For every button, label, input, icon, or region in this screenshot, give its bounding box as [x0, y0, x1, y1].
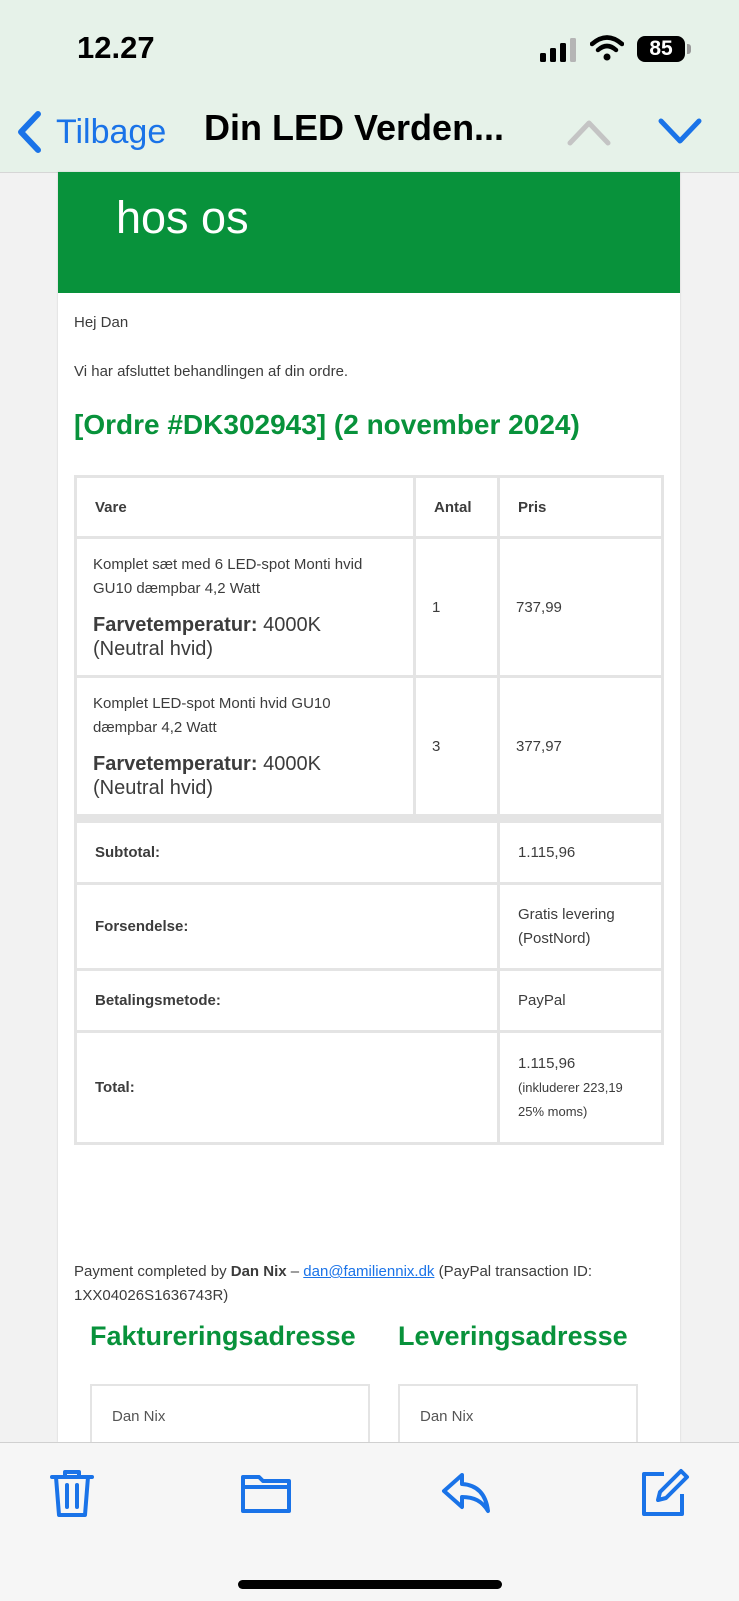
nav-bar: Tilbage Din LED Verden... — [0, 95, 739, 173]
total-value: 1.115,96 — [518, 1054, 576, 1072]
back-button[interactable]: Tilbage — [16, 109, 166, 155]
billing-address-box: Dan Nix — [90, 1384, 370, 1446]
item-cell: Komplet sæt med 6 LED-spot Monti hvid GU… — [74, 536, 416, 678]
payer-name: Dan Nix — [230, 1263, 287, 1280]
table-header-row: Vare Antal Pris — [74, 475, 664, 539]
payer-email-link[interactable]: dan@familiennix.dk — [303, 1263, 434, 1280]
item-name: Komplet LED-spot Monti hvid GU10 dæmpbar… — [93, 695, 331, 736]
banner-text: hos os — [116, 192, 249, 243]
back-label: Tilbage — [56, 112, 167, 151]
status-time: 12.27 — [77, 30, 155, 65]
total-tax: (inkluderer 223,19 25% moms) — [518, 1079, 623, 1119]
subtotal-label: Subtotal: — [74, 820, 500, 885]
wifi-icon — [590, 35, 624, 61]
table-row: Komplet sæt med 6 LED-spot Monti hvid GU… — [74, 536, 664, 678]
table-row: Komplet LED-spot Monti hvid GU10 dæmpbar… — [74, 675, 664, 817]
greeting: Hej Dan — [74, 314, 129, 331]
battery-icon: 85 — [637, 36, 693, 64]
cellular-signal-icon — [540, 38, 576, 62]
order-heading: [Ordre #DK302943] (2 november 2024) — [74, 409, 580, 440]
billing-name: Dan Nix — [112, 1408, 166, 1425]
trash-icon[interactable] — [46, 1467, 98, 1519]
shipping-label: Forsendelse: — [74, 882, 500, 971]
payment-method-value: PayPal — [497, 968, 664, 1033]
chevron-down-icon[interactable] — [657, 115, 703, 147]
shipping-address-box: Dan Nix — [398, 1384, 638, 1446]
spec-label: Farvetemperatur: — [93, 614, 258, 636]
chevron-left-icon — [18, 111, 41, 153]
item-name: Komplet sæt med 6 LED-spot Monti hvid GU… — [93, 556, 363, 597]
email-body: hos os Hej Dan Vi har afsluttet behandli… — [58, 172, 680, 1446]
home-indicator[interactable] — [238, 1580, 502, 1589]
email-banner: hos os — [58, 172, 680, 293]
spec-label: Farvetemperatur: — [93, 753, 258, 775]
item-price: 377,97 — [497, 675, 664, 817]
totals-row: Forsendelse: Gratis levering (PostNord) — [74, 882, 664, 971]
reply-icon[interactable] — [440, 1467, 492, 1519]
payment-line: Payment completed by Dan Nix – dan@famil… — [74, 1260, 664, 1308]
payment-prefix: Payment completed by — [74, 1263, 231, 1280]
shipping-name: Dan Nix — [420, 1408, 474, 1425]
folder-icon[interactable] — [240, 1467, 292, 1519]
item-spec: Farvetemperatur: 4000K (Neutral hvid) — [93, 752, 397, 800]
total-label: Total: — [74, 1030, 500, 1145]
total-value-cell: 1.115,96 (inkluderer 223,19 25% moms) — [497, 1030, 664, 1145]
item-cell: Komplet LED-spot Monti hvid GU10 dæmpbar… — [74, 675, 416, 817]
totals-row: Betalingsmetode: PayPal — [74, 968, 664, 1033]
item-price: 737,99 — [497, 536, 664, 678]
battery-level: 85 — [637, 36, 685, 62]
totals-row: Total: 1.115,96 (inkluderer 223,19 25% m… — [74, 1030, 664, 1145]
item-qty: 3 — [413, 675, 500, 817]
header-price: Pris — [497, 475, 664, 539]
status-bar: 12.27 85 — [0, 0, 739, 95]
billing-heading: Faktureringsadresse — [90, 1321, 356, 1351]
order-table: Vare Antal Pris Komplet sæt med 6 LED-sp… — [74, 475, 664, 1145]
nav-title: Din LED Verden... — [204, 107, 505, 148]
header-qty: Antal — [413, 475, 500, 539]
bottom-toolbar — [0, 1442, 739, 1601]
chevron-up-icon[interactable] — [566, 115, 612, 147]
payment-method-label: Betalingsmetode: — [74, 968, 500, 1033]
shipping-value: Gratis levering (PostNord) — [497, 882, 664, 971]
subtotal-value: 1.115,96 — [497, 820, 664, 885]
item-spec: Farvetemperatur: 4000K (Neutral hvid) — [93, 613, 397, 661]
header-product: Vare — [74, 475, 416, 539]
totals-row: Subtotal: 1.115,96 — [74, 820, 664, 885]
payment-dash: – — [286, 1263, 304, 1280]
intro-text: Vi har afsluttet behandlingen af din ord… — [74, 363, 349, 380]
shipping-heading: Leveringsadresse — [398, 1321, 628, 1351]
item-qty: 1 — [413, 536, 500, 678]
compose-icon[interactable] — [638, 1467, 690, 1519]
